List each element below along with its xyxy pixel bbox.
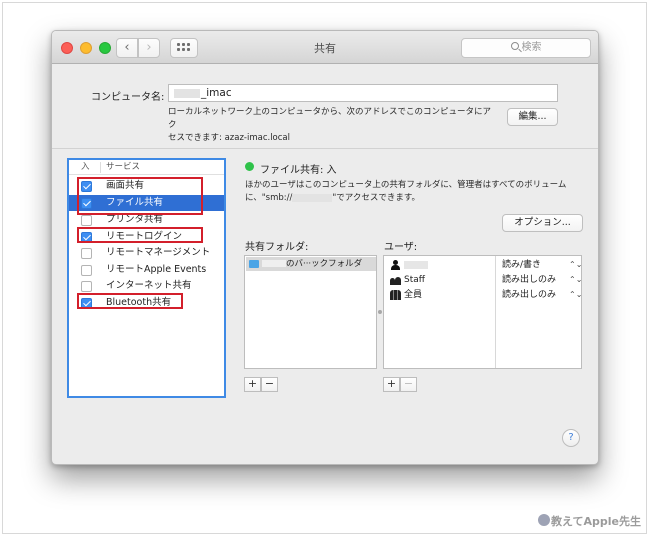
folder-label: のバ···ックフォルダ [286, 259, 363, 269]
highlight-box [77, 177, 203, 215]
popup-arrows-icon[interactable]: ⌃⌄ [569, 288, 582, 302]
user-name [404, 258, 428, 272]
remove-user-button[interactable]: − [400, 377, 417, 392]
service-row-internet-sharing[interactable]: インターネット共有 [69, 278, 224, 294]
permission-popup[interactable]: 読み出しのみ [502, 273, 556, 287]
status-indicator-icon [245, 162, 254, 171]
splitter-handle[interactable] [378, 310, 382, 314]
shared-folder-item[interactable]: のバ···ックフォルダ [246, 257, 376, 271]
options-button[interactable]: オプション... [502, 214, 583, 232]
service-label: インターネット共有 [106, 280, 192, 291]
everyone-icon [390, 290, 401, 300]
services-list-header: 入 サービス [69, 160, 224, 175]
file-sharing-status: ファイル共有: 入 [260, 165, 337, 176]
permission-popup[interactable]: 読み/書き [502, 258, 541, 272]
computer-name-field[interactable]: _imac [168, 84, 558, 102]
remove-folder-button[interactable]: − [261, 377, 278, 392]
checkbox[interactable] [81, 281, 92, 292]
shared-folders-list[interactable]: のバ···ックフォルダ [244, 255, 377, 369]
service-label: リモートマネージメント [106, 247, 211, 258]
search-input[interactable]: 検索 [461, 38, 591, 58]
group-icon [390, 275, 401, 285]
edit-button[interactable]: 編集... [507, 108, 558, 126]
computer-address-description: ローカルネットワーク上のコンピュータから、次のアドレスでこのコンピュータにアク … [168, 106, 498, 145]
service-label: リモートApple Events [106, 264, 207, 275]
redacted-text [174, 88, 200, 98]
highlight-box [77, 293, 183, 309]
redacted-text [404, 260, 428, 269]
user-row[interactable]: Staff 読み出しのみ ⌃⌄ [384, 273, 582, 287]
service-row-remote-apple-events[interactable]: リモートApple Events [69, 262, 224, 278]
shared-folders-label: 共有フォルダ: [245, 242, 309, 253]
description-text: "でアクセスできます。 [332, 193, 420, 203]
service-row-remote-management[interactable]: リモートマネージメント [69, 245, 224, 261]
description-line: セスできます: azaz-imac.local [168, 133, 291, 143]
highlight-box [77, 227, 203, 243]
column-header-service: サービス [106, 162, 141, 172]
search-placeholder: 検索 [521, 42, 542, 53]
watermark-logo-icon [538, 514, 550, 526]
checkbox[interactable] [81, 265, 92, 276]
divider [52, 148, 598, 149]
popup-arrows-icon[interactable]: ⌃⌄ [569, 273, 582, 287]
sharing-preferences-window: ‹ › 共有 検索 コンピュータ名: _imac ローカルネットワーク上のコンピ… [51, 30, 599, 465]
permission-popup[interactable]: 読み出しのみ [502, 288, 556, 302]
checkbox[interactable] [81, 248, 92, 259]
column-header-on: 入 [81, 162, 90, 172]
description-line: に、"smb:// "でアクセスできます。 [245, 192, 575, 205]
user-name: Staff [404, 275, 425, 285]
add-folder-button[interactable]: + [244, 377, 261, 392]
user-row[interactable]: 読み/書き ⌃⌄ [384, 258, 582, 272]
title-bar: ‹ › 共有 検索 [52, 31, 598, 64]
popup-arrows-icon[interactable]: ⌃⌄ [569, 258, 582, 272]
search-icon [510, 42, 519, 50]
user-row[interactable]: 全員 読み出しのみ ⌃⌄ [384, 288, 582, 302]
file-sharing-description: ほかのユーザはこのコンピュータ上の共有フォルダに、管理者はすべてのボリューム に… [245, 179, 575, 205]
description-text: に、"smb:// [245, 193, 293, 203]
description-line: ほかのユーザはこのコンピュータ上の共有フォルダに、管理者はすべてのボリューム [245, 180, 567, 190]
users-label: ユーザ: [384, 242, 418, 253]
folder-icon [249, 260, 259, 268]
column-divider [100, 162, 101, 173]
computer-name-label: コンピュータ名: [91, 92, 165, 103]
description-line: ローカルネットワーク上のコンピュータから、次のアドレスでこのコンピュータにアク [168, 107, 492, 130]
computer-name-value: _imac [201, 87, 232, 99]
help-button[interactable]: ? [562, 429, 580, 447]
users-list[interactable]: 読み/書き ⌃⌄ Staff 読み出しのみ ⌃⌄ 全員 読み出しのみ ⌃⌄ [383, 255, 582, 369]
checkbox[interactable] [81, 215, 92, 226]
redacted-text [292, 193, 333, 202]
single-user-icon [390, 260, 401, 270]
user-name: 全員 [404, 290, 423, 300]
watermark: 教えてApple先生 [551, 515, 641, 528]
redacted-text [262, 260, 286, 267]
add-user-button[interactable]: + [383, 377, 400, 392]
